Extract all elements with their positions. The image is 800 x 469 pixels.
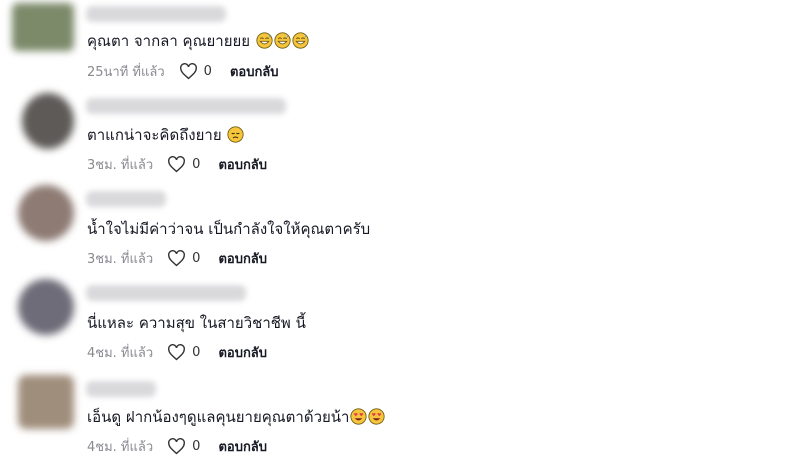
comment-text: คุณตา จากลา คุณยายยย: [87, 31, 309, 51]
heart-outline-icon: [168, 437, 186, 454]
comment-item: นี่แหละ ความสุข ในสายวิชาชีพ นี้ 4ชม. ที…: [0, 279, 800, 374]
like-count: 0: [192, 438, 201, 454]
comment-text: นี่แหละ ความสุข ในสายวิชาชีพ นี้: [87, 313, 306, 333]
comment-meta: 3ชม. ที่แล้ว 0 ตอบกลับ: [87, 155, 267, 173]
grin-sweat-emoji-icon: [256, 32, 273, 49]
like-count: 0: [192, 344, 201, 360]
username-blurred[interactable]: [86, 191, 166, 207]
comment-timestamp: 3ชม. ที่แล้ว: [87, 157, 154, 173]
comment-meta: 4ชม. ที่แล้ว 0 ตอบกลับ: [87, 437, 267, 455]
comment-text: ตาแกน่าจะคิดถึงยาย: [87, 125, 244, 145]
pensive-emoji-icon: [227, 126, 244, 143]
heart-eyes-emoji-icon: [368, 408, 386, 425]
comment-item: คุณตา จากลา คุณยายยย 25นาที ที่แล้ว 0 ตอ…: [0, 0, 800, 93]
comment-item: ตาแกน่าจะคิดถึงยาย 3ชม. ที่แล้ว 0 ตอบกลั…: [0, 93, 800, 186]
avatar[interactable]: [18, 375, 74, 429]
avatar[interactable]: [18, 279, 74, 335]
like-count: 0: [192, 156, 201, 172]
like-button[interactable]: 0: [179, 62, 212, 80]
comment-text-content: เอ็นดู ฝากน้องๆดูแลคุนยายคุณตาด้วยน้า: [87, 408, 350, 426]
username-blurred[interactable]: [86, 381, 156, 397]
avatar[interactable]: [22, 93, 74, 149]
heart-outline-icon: [168, 249, 186, 266]
comment-meta: 4ชม. ที่แล้ว 0 ตอบกลับ: [87, 343, 267, 361]
comment-item: น้ำใจไม่มีค่าว่าจน เป็นกำลังใจให้คุณตาคร…: [0, 185, 800, 280]
comment-text-content: น้ำใจไม่มีค่าว่าจน เป็นกำลังใจให้คุณตาคร…: [87, 220, 371, 238]
avatar[interactable]: [12, 3, 74, 51]
grin-sweat-emoji-icon: [274, 32, 291, 49]
comment-item: เอ็นดู ฝากน้องๆดูแลคุนยายคุณตาด้วยน้า 4ช…: [0, 375, 800, 468]
username-blurred[interactable]: [86, 6, 226, 22]
comment-meta: 3ชม. ที่แล้ว 0 ตอบกลับ: [87, 249, 267, 267]
like-count: 0: [203, 63, 212, 79]
comment-text-content: ตาแกน่าจะคิดถึงยาย: [87, 126, 222, 144]
reply-button[interactable]: ตอบกลับ: [218, 154, 267, 175]
comment-timestamp: 3ชม. ที่แล้ว: [87, 251, 154, 267]
comment-timestamp: 25นาที ที่แล้ว: [87, 64, 165, 80]
comment-meta: 25นาที ที่แล้ว 0 ตอบกลับ: [87, 62, 279, 80]
comment-timestamp: 4ชม. ที่แล้ว: [87, 439, 154, 455]
username-blurred[interactable]: [86, 285, 246, 301]
comment-timestamp: 4ชม. ที่แล้ว: [87, 345, 154, 361]
reply-button[interactable]: ตอบกลับ: [218, 248, 267, 269]
heart-outline-icon: [168, 343, 186, 360]
avatar[interactable]: [18, 185, 74, 241]
heart-eyes-emoji-icon: [350, 408, 368, 425]
like-count: 0: [192, 250, 201, 266]
heart-outline-icon: [168, 155, 186, 172]
like-button[interactable]: 0: [167, 155, 201, 173]
reply-button[interactable]: ตอบกลับ: [218, 342, 267, 363]
username-blurred[interactable]: [86, 98, 286, 114]
reply-button[interactable]: ตอบกลับ: [218, 436, 267, 457]
reply-button[interactable]: ตอบกลับ: [230, 61, 279, 82]
comment-text-content: คุณตา จากลา คุณยายยย: [87, 32, 251, 50]
like-button[interactable]: 0: [167, 437, 201, 455]
like-button[interactable]: 0: [167, 249, 201, 267]
comment-text: เอ็นดู ฝากน้องๆดูแลคุนยายคุณตาด้วยน้า: [87, 407, 386, 427]
comment-text-content: นี่แหละ ความสุข ในสายวิชาชีพ นี้: [87, 314, 306, 332]
like-button[interactable]: 0: [167, 343, 201, 361]
heart-outline-icon: [179, 62, 197, 79]
comment-text: น้ำใจไม่มีค่าว่าจน เป็นกำลังใจให้คุณตาคร…: [87, 219, 370, 239]
grin-sweat-emoji-icon: [292, 32, 309, 49]
